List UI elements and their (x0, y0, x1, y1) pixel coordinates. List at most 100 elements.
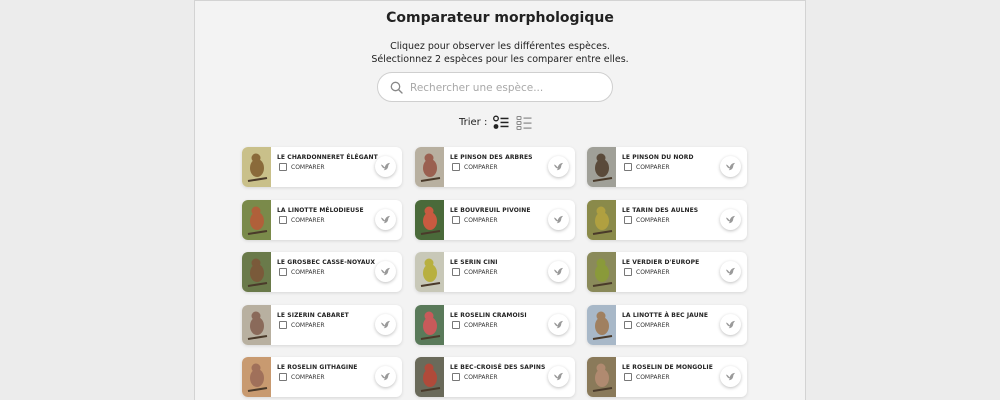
checkbox-box[interactable] (452, 373, 460, 381)
bird-icon (380, 320, 391, 329)
species-thumbnail (415, 305, 444, 345)
view-species-button[interactable] (375, 156, 396, 177)
compare-label: COMPARER (636, 164, 670, 171)
compare-label: COMPARER (291, 217, 325, 224)
bird-icon (725, 215, 736, 224)
species-thumbnail (242, 200, 271, 240)
species-card[interactable]: LE SIZERIN CABARET COMPARER (242, 305, 402, 345)
view-species-button[interactable] (375, 209, 396, 230)
species-thumbnail (415, 252, 444, 292)
checkbox-box[interactable] (624, 216, 632, 224)
species-thumbnail (587, 147, 616, 187)
species-card[interactable]: LE ROSELIN DE MONGOLIE COMPARER (587, 357, 747, 397)
bird-icon (725, 320, 736, 329)
compare-label: COMPARER (291, 322, 325, 329)
sort-label: Trier : (459, 117, 488, 128)
view-species-button[interactable] (375, 366, 396, 387)
species-card[interactable]: LA LINOTTE MÉLODIEUSE COMPARER (242, 200, 402, 240)
view-species-button[interactable] (548, 156, 569, 177)
species-thumbnail (587, 252, 616, 292)
bird-icon (553, 372, 564, 381)
bird-icon (380, 162, 391, 171)
checkbox-box[interactable] (624, 321, 632, 329)
species-thumbnail (415, 147, 444, 187)
checkbox-box[interactable] (452, 268, 460, 276)
species-name: LA LINOTTE À BEC JAUNE (622, 312, 709, 319)
bird-icon (553, 162, 564, 171)
species-card[interactable]: LE SERIN CINI COMPARER (415, 252, 575, 292)
view-species-button[interactable] (720, 261, 741, 282)
compare-label: COMPARER (291, 269, 325, 276)
checkbox-box[interactable] (279, 216, 287, 224)
species-thumbnail (587, 305, 616, 345)
bird-icon (725, 162, 736, 171)
bird-icon (380, 267, 391, 276)
view-species-button[interactable] (548, 261, 569, 282)
species-card[interactable]: LE PINSON DES ARBRES COMPARER (415, 147, 575, 187)
species-thumbnail (242, 147, 271, 187)
species-name: LE BOUVREUIL PIVOINE (450, 207, 531, 214)
checkbox-box[interactable] (624, 373, 632, 381)
species-card[interactable]: LA LINOTTE À BEC JAUNE COMPARER (587, 305, 747, 345)
checkbox-box[interactable] (624, 163, 632, 171)
species-name: LE ROSELIN DE MONGOLIE (622, 364, 713, 371)
list-detail-icon[interactable] (493, 115, 511, 133)
species-name: LE TARIN DES AULNES (622, 207, 699, 214)
view-species-button[interactable] (720, 314, 741, 335)
bird-icon (725, 267, 736, 276)
view-species-button[interactable] (375, 314, 396, 335)
bird-icon (553, 215, 564, 224)
species-card[interactable]: LE ROSELIN CRAMOISI COMPARER (415, 305, 575, 345)
list-compact-icon[interactable] (516, 115, 534, 133)
search-input[interactable] (410, 78, 600, 98)
species-name: LE PINSON DES ARBRES (450, 154, 533, 161)
compare-label: COMPARER (464, 217, 498, 224)
species-name: LE BEC-CROISÉ DES SAPINS (450, 364, 546, 371)
checkbox-box[interactable] (624, 268, 632, 276)
species-card[interactable]: LE TARIN DES AULNES COMPARER (587, 200, 747, 240)
view-species-button[interactable] (548, 314, 569, 335)
species-card[interactable]: LE BOUVREUIL PIVOINE COMPARER (415, 200, 575, 240)
species-thumbnail (242, 357, 271, 397)
checkbox-box[interactable] (279, 163, 287, 171)
species-thumbnail (587, 200, 616, 240)
species-card[interactable]: LE GROSBEC CASSE-NOYAUX COMPARER (242, 252, 402, 292)
species-name: LE CHARDONNERET ÉLÉGANT (277, 154, 378, 161)
subtitle-line-1: Cliquez pour observer les différentes es… (390, 41, 610, 52)
view-species-button[interactable] (720, 366, 741, 387)
checkbox-box[interactable] (452, 163, 460, 171)
checkbox-box[interactable] (452, 321, 460, 329)
checkbox-box[interactable] (279, 321, 287, 329)
species-card[interactable]: LE CHARDONNERET ÉLÉGANT COMPARER (242, 147, 402, 187)
compare-label: COMPARER (464, 374, 498, 381)
bird-icon (380, 372, 391, 381)
view-species-button[interactable] (548, 366, 569, 387)
search-bar[interactable] (377, 72, 613, 102)
checkbox-box[interactable] (279, 268, 287, 276)
species-name: LE VERDIER D'EUROPE (622, 259, 700, 266)
bird-icon (553, 267, 564, 276)
view-species-button[interactable] (375, 261, 396, 282)
species-name: LE ROSELIN GITHAGINE (277, 364, 358, 371)
search-icon (390, 81, 403, 94)
species-name: LA LINOTTE MÉLODIEUSE (277, 207, 364, 214)
checkbox-box[interactable] (452, 216, 460, 224)
species-thumbnail (242, 252, 271, 292)
compare-label: COMPARER (636, 269, 670, 276)
checkbox-box[interactable] (279, 373, 287, 381)
species-name: LE SERIN CINI (450, 259, 498, 266)
compare-label: COMPARER (636, 374, 670, 381)
species-thumbnail (415, 200, 444, 240)
compare-label: COMPARER (291, 374, 325, 381)
species-card[interactable]: LE VERDIER D'EUROPE COMPARER (587, 252, 747, 292)
view-species-button[interactable] (720, 156, 741, 177)
species-thumbnail (587, 357, 616, 397)
compare-label: COMPARER (291, 164, 325, 171)
species-card[interactable]: LE ROSELIN GITHAGINE COMPARER (242, 357, 402, 397)
view-species-button[interactable] (548, 209, 569, 230)
view-species-button[interactable] (720, 209, 741, 230)
species-card[interactable]: LE PINSON DU NORD COMPARER (587, 147, 747, 187)
compare-label: COMPARER (464, 164, 498, 171)
species-card[interactable]: LE BEC-CROISÉ DES SAPINS COMPARER (415, 357, 575, 397)
species-name: LE GROSBEC CASSE-NOYAUX (277, 259, 376, 266)
